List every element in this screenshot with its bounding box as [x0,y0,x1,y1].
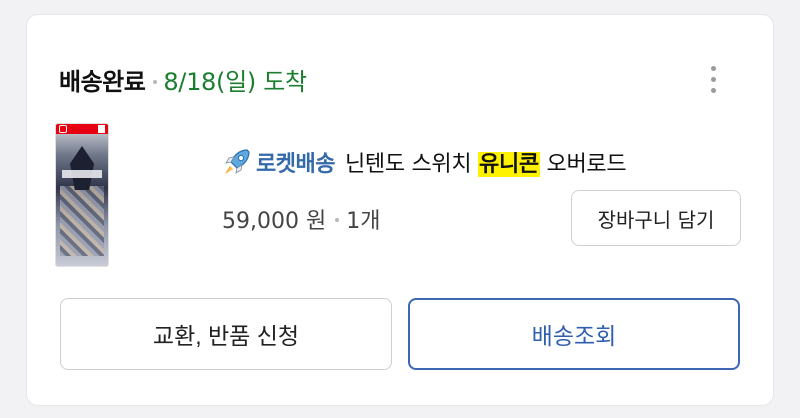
exchange-return-button[interactable]: 교환, 반품 신청 [60,298,392,370]
separator-dot [153,80,158,84]
product-price: 59,000 원 [222,209,327,234]
dot [710,87,716,93]
more-options-icon[interactable] [699,59,727,99]
delivery-status: 배송완료 [59,67,146,96]
dot [710,76,716,82]
product-name-suffix: 오버로드 [539,152,627,177]
dot [710,65,716,71]
track-delivery-button[interactable]: 배송조회 [408,298,740,370]
cover-art-figure [70,146,94,190]
nintendo-switch-icon [59,125,67,133]
cover-title [62,170,102,178]
rating-badge [98,125,105,133]
add-to-cart-button[interactable]: 장바구니 담기 [571,190,741,246]
product-title-line[interactable]: 로켓배송 닌텐도 스위치 유니콘 오버로드 [220,144,627,180]
product-quantity: 1개 [346,209,381,234]
separator-dot [335,218,340,222]
rocket-icon [225,149,250,174]
product-name: 닌텐도 스위치 유니콘 오버로드 [344,146,627,178]
rocket-delivery-label: 로켓배송 [256,152,335,177]
arrival-date: 8/18(일) 도착 [163,67,307,96]
order-header: 배송완료 8/18(일) 도착 [59,63,307,96]
price-line: 59,000 원 1개 [222,202,380,236]
cover-art-crowd [60,186,104,256]
search-highlight: 유니콘 [478,152,540,177]
product-thumbnail[interactable] [56,124,108,266]
product-name-prefix: 닌텐도 스위치 [344,152,478,177]
